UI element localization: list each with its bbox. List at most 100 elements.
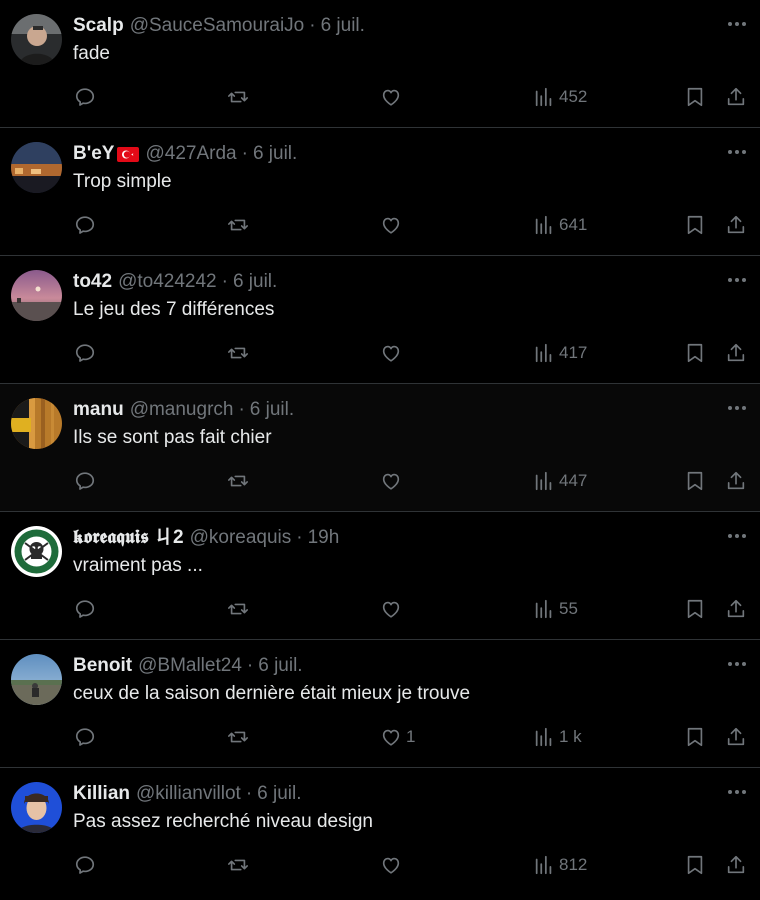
retweet-button[interactable] (227, 82, 249, 112)
like-button[interactable]: 1 (380, 722, 415, 752)
tweet-header: Killian @killianvillot · 6 juil. (73, 782, 302, 806)
author-name[interactable]: Benoit (73, 654, 132, 678)
tweet[interactable]: Benoit @BMallet24 · 6 juil. ceux de la s… (0, 640, 760, 768)
reply-button[interactable] (74, 466, 96, 496)
avatar[interactable] (11, 654, 62, 705)
share-button[interactable] (725, 82, 747, 112)
views-count: 55 (559, 599, 578, 618)
bookmark-icon (684, 86, 706, 108)
author-handle[interactable]: @to424242 (118, 270, 217, 294)
author-name[interactable]: Scalp (73, 14, 124, 38)
views-count: 812 (559, 855, 588, 874)
tweet[interactable]: B'eY @427Arda · 6 juil. Trop simple 641 (0, 128, 760, 256)
avatar[interactable] (11, 782, 62, 833)
author-handle[interactable]: @SauceSamouraiJo (130, 14, 305, 38)
avatar[interactable] (11, 142, 62, 193)
retweet-button[interactable] (227, 210, 249, 240)
tweet-text: ceux de la saison dernière était mieux j… (73, 683, 471, 704)
reply-button[interactable] (74, 338, 96, 368)
tweet[interactable]: 𝖐𝖔𝖗𝖊𝖆𝖖𝖚𝖎𝖘 ㄐ2 @koreaquis · 19h vraiment p… (0, 512, 760, 640)
separator-dot: · (245, 783, 253, 804)
retweet-icon (227, 854, 249, 876)
retweet-button[interactable] (227, 722, 249, 752)
reply-button[interactable] (74, 82, 96, 112)
heart-icon (380, 598, 402, 620)
more-icon[interactable] (726, 16, 748, 32)
bookmark-button[interactable] (684, 466, 706, 496)
views-button[interactable]: 452 (533, 82, 587, 112)
author-name[interactable]: Killian (73, 782, 130, 806)
more-icon[interactable] (726, 272, 748, 288)
share-icon (725, 214, 747, 236)
tweet[interactable]: Scalp @SauceSamouraiJo · 6 juil. fade 45… (0, 0, 760, 128)
separator-dot: · (238, 399, 245, 420)
timestamp[interactable]: 6 juil. (321, 14, 365, 38)
bookmark-button[interactable] (684, 594, 706, 624)
retweet-button[interactable] (227, 338, 249, 368)
bookmark-button[interactable] (684, 82, 706, 112)
author-handle[interactable]: @killianvillot (136, 782, 241, 806)
retweet-button[interactable] (227, 850, 249, 880)
more-icon[interactable] (726, 528, 748, 544)
author-name[interactable]: manu (73, 398, 124, 422)
share-button[interactable] (725, 466, 747, 496)
retweet-button[interactable] (227, 594, 249, 624)
reply-button[interactable] (74, 722, 96, 752)
views-button[interactable]: 417 (533, 338, 587, 368)
timestamp[interactable]: 6 juil. (258, 654, 302, 678)
timestamp[interactable]: 6 juil. (253, 142, 297, 166)
share-button[interactable] (725, 850, 747, 880)
author-name[interactable]: to42 (73, 270, 112, 294)
views-count: 452 (559, 87, 588, 106)
bookmark-button[interactable] (684, 210, 706, 240)
views-button[interactable]: 812 (533, 850, 587, 880)
reply-button[interactable] (74, 850, 96, 880)
more-icon[interactable] (726, 144, 748, 160)
author-handle[interactable]: @BMallet24 (138, 654, 242, 678)
avatar[interactable] (11, 398, 62, 449)
author-handle[interactable]: @manugrch (130, 398, 234, 422)
timestamp[interactable]: 6 juil. (233, 270, 277, 294)
author-name[interactable]: 𝖐𝖔𝖗𝖊𝖆𝖖𝖚𝖎𝖘 ㄐ2 (73, 526, 184, 550)
like-button[interactable] (380, 210, 406, 240)
retweet-button[interactable] (227, 466, 249, 496)
tweet-header: Scalp @SauceSamouraiJo · 6 juil. (73, 14, 365, 38)
share-button[interactable] (725, 210, 747, 240)
reply-button[interactable] (74, 210, 96, 240)
avatar[interactable] (11, 526, 62, 577)
views-button[interactable]: 55 (533, 594, 578, 624)
share-button[interactable] (725, 594, 747, 624)
separator-dot: · (221, 271, 228, 292)
bookmark-button[interactable] (684, 850, 706, 880)
bookmark-icon (684, 342, 706, 364)
tweet[interactable]: to42 @to424242 · 6 juil. Le jeu des 7 di… (0, 256, 760, 384)
like-button[interactable] (380, 82, 406, 112)
like-button[interactable] (380, 338, 406, 368)
views-button[interactable]: 1 k (533, 722, 582, 752)
timestamp[interactable]: 6 juil. (257, 782, 301, 806)
reply-button[interactable] (74, 594, 96, 624)
views-button[interactable]: 641 (533, 210, 587, 240)
views-button[interactable]: 447 (533, 466, 587, 496)
bookmark-button[interactable] (684, 338, 706, 368)
share-button[interactable] (725, 338, 747, 368)
like-button[interactable] (380, 850, 406, 880)
more-icon[interactable] (726, 400, 748, 416)
timestamp[interactable]: 19h (308, 526, 340, 550)
bookmark-button[interactable] (684, 722, 706, 752)
avatar[interactable] (11, 270, 62, 321)
timestamp[interactable]: 6 juil. (250, 398, 294, 422)
tweet[interactable]: Killian @killianvillot · 6 juil. Pas ass… (0, 768, 760, 897)
more-icon[interactable] (726, 784, 748, 800)
like-button[interactable] (380, 594, 406, 624)
tweet[interactable]: manu @manugrch · 6 juil. Ils se sont pas… (0, 384, 760, 512)
author-handle[interactable]: @427Arda (145, 142, 236, 166)
more-icon[interactable] (726, 656, 748, 672)
like-button[interactable] (380, 466, 406, 496)
share-button[interactable] (725, 722, 747, 752)
author-name[interactable]: B'eY (73, 142, 114, 166)
separator-dot: · (246, 655, 254, 676)
retweet-icon (227, 598, 249, 620)
author-handle[interactable]: @koreaquis (190, 526, 292, 550)
avatar[interactable] (11, 14, 62, 65)
